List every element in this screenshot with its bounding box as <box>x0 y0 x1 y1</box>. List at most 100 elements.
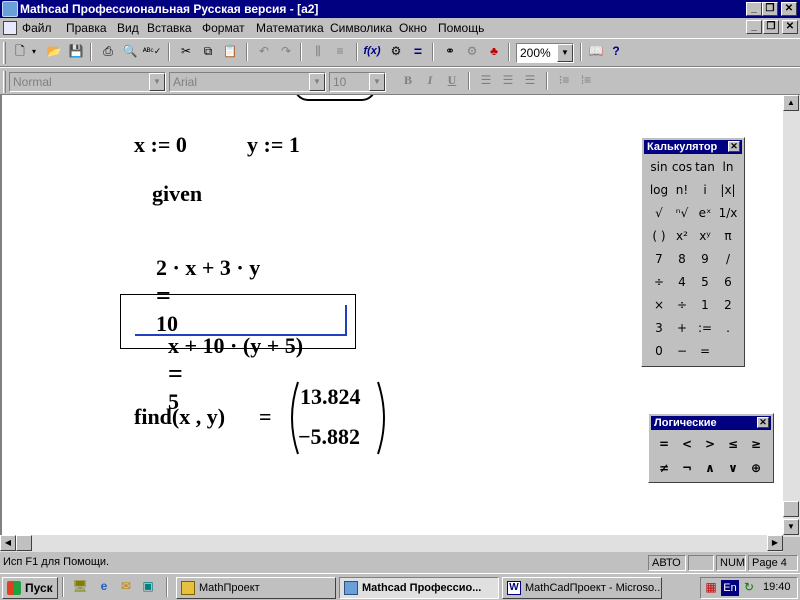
component-wizard-icon[interactable]: ♣ <box>484 43 504 61</box>
cut-icon[interactable]: ✂ <box>176 43 196 61</box>
menu-symbolics[interactable]: Символика <box>330 21 392 35</box>
scroll-thumb[interactable] <box>783 501 799 517</box>
logic-operator-button[interactable]: = <box>653 434 675 454</box>
calculator-button[interactable]: 3 <box>648 318 670 338</box>
insert-component-icon[interactable]: ⚭ <box>440 43 460 61</box>
restore-button[interactable]: ❐ <box>762 2 778 16</box>
zoom-select[interactable]: 200% ▼ <box>516 43 574 63</box>
print-preview-icon[interactable]: 🔍 <box>120 43 140 61</box>
logic-operator-button[interactable]: ≥ <box>745 434 767 454</box>
selected-region[interactable]: x + 10 · (y + 5) = 5 <box>120 294 356 414</box>
bold-button[interactable]: B <box>398 72 418 90</box>
calculator-button[interactable]: 6 <box>717 272 739 292</box>
calculator-button[interactable]: 1/x <box>717 203 739 223</box>
calculator-button[interactable]: 8 <box>671 249 693 269</box>
new-dropdown-icon[interactable]: ▾ <box>28 43 40 61</box>
align-right-icon[interactable]: ☰ <box>520 72 540 90</box>
style-dropdown-icon[interactable]: ▼ <box>149 73 165 91</box>
bullets-icon[interactable]: ⁝≡ <box>554 72 574 90</box>
size-select[interactable]: 10 ▼ <box>329 72 386 92</box>
task-mathproject[interactable]: MathПроект <box>176 577 336 599</box>
font-select[interactable]: Arial ▼ <box>169 72 326 92</box>
calculator-button[interactable]: 9 <box>694 249 716 269</box>
calculator-button[interactable]: 4 <box>671 272 693 292</box>
calculator-button[interactable]: / <box>717 249 739 269</box>
align-across-icon[interactable]: ⫼ <box>308 43 328 61</box>
menu-format[interactable]: Формат <box>202 21 245 35</box>
menu-insert[interactable]: Вставка <box>147 21 192 35</box>
paste-icon[interactable]: 📋 <box>220 43 240 61</box>
logic-operator-button[interactable]: ¬ <box>676 458 698 478</box>
menu-help[interactable]: Помощь <box>438 21 484 35</box>
logic-operator-button[interactable]: ⊕ <box>745 458 767 478</box>
calculator-button[interactable]: sin <box>648 157 670 177</box>
close-button[interactable]: ✕ <box>781 2 797 16</box>
x-definition[interactable]: x := 0 <box>134 132 187 158</box>
calculator-button[interactable]: + <box>671 318 693 338</box>
logic-title-bar[interactable]: Логические ✕ <box>651 416 771 430</box>
worksheet[interactable]: x := 0 y := 1 given 2 · x + 3 · y = 1 0 x… <box>0 95 783 535</box>
calculator-button[interactable]: log <box>648 180 670 200</box>
logic-operator-button[interactable]: < <box>676 434 698 454</box>
align-center-icon[interactable]: ☰ <box>498 72 518 90</box>
scroll-thumb-horizontal[interactable] <box>16 535 32 551</box>
menu-window[interactable]: Окно <box>399 21 427 35</box>
font-dropdown-icon[interactable]: ▼ <box>309 73 325 91</box>
scroll-right-icon[interactable]: ▶ <box>767 535 783 551</box>
tray-app-icon[interactable]: ▦ <box>703 579 719 597</box>
italic-button[interactable]: I <box>420 72 440 90</box>
menu-file[interactable]: Файл <box>22 21 52 35</box>
calculator-button[interactable]: 1 <box>694 295 716 315</box>
scroll-left-icon[interactable]: ◀ <box>0 535 16 551</box>
spell-check-icon[interactable]: ᴬᴮᶜ✓ <box>142 43 162 61</box>
vertical-scrollbar[interactable]: ▲ ▼ <box>783 95 800 537</box>
undo-icon[interactable]: ↶ <box>254 43 274 61</box>
scroll-down-icon[interactable]: ▼ <box>783 519 799 535</box>
calculator-button[interactable]: eˣ <box>694 203 716 223</box>
calculator-button[interactable]: π <box>717 226 739 246</box>
calculator-button[interactable]: ⁿ√ <box>671 203 693 223</box>
calculator-button[interactable]: tan <box>694 157 716 177</box>
calculator-button[interactable]: − <box>671 341 693 361</box>
calculator-button[interactable]: 7 <box>648 249 670 269</box>
menu-edit[interactable]: Правка <box>66 21 107 35</box>
calculator-button[interactable]: ÷ <box>648 272 670 292</box>
new-icon[interactable]: 🗋 <box>10 43 30 61</box>
horizontal-scrollbar[interactable]: ◀ ▶ <box>0 535 783 552</box>
copy-icon[interactable]: ⧉ <box>198 43 218 61</box>
calculator-button[interactable]: 0 <box>648 341 670 361</box>
calculator-button[interactable]: √ <box>648 203 670 223</box>
insert-function-icon[interactable]: f(x) <box>362 43 382 61</box>
calculator-button[interactable]: ( ) <box>648 226 670 246</box>
logic-operator-button[interactable]: ∧ <box>699 458 721 478</box>
print-icon[interactable]: ⎙ <box>98 43 118 61</box>
insert-unit-icon[interactable]: ⚙ <box>386 43 406 61</box>
style-select[interactable]: Normal ▼ <box>9 72 166 92</box>
doc-close-button[interactable]: ✕ <box>782 20 798 34</box>
find-expression[interactable]: find(x , y) <box>134 404 225 430</box>
redo-icon[interactable]: ↷ <box>276 43 296 61</box>
doc-restore-button[interactable]: ❐ <box>763 20 779 34</box>
calculator-button[interactable]: n! <box>671 180 693 200</box>
calculator-button[interactable]: 2 <box>717 295 739 315</box>
resource-center-icon[interactable]: ⚙ <box>462 43 482 61</box>
menu-view[interactable]: Вид <box>117 21 139 35</box>
open-icon[interactable]: 📂 <box>44 43 64 61</box>
logic-palette[interactable]: Логические ✕ = < > ≤ ≥ ≠ ¬ ∧ ∨ ⊕ <box>648 413 774 483</box>
logic-operator-button[interactable]: > <box>699 434 721 454</box>
help-icon[interactable]: ? <box>606 43 626 61</box>
size-dropdown-icon[interactable]: ▼ <box>369 73 385 91</box>
start-button[interactable]: Пуск <box>2 577 58 599</box>
zoom-dropdown-icon[interactable]: ▼ <box>557 44 573 62</box>
menu-math[interactable]: Математика <box>256 21 324 35</box>
calculator-button[interactable]: |x| <box>717 180 739 200</box>
internet-explorer-icon[interactable]: e <box>94 578 114 596</box>
task-word[interactable]: W MathCadПроект - Microso... <box>502 577 662 599</box>
underline-button[interactable]: U <box>442 72 462 90</box>
y-definition[interactable]: y := 1 <box>247 132 300 158</box>
calculator-title-bar[interactable]: Калькулятор ✕ <box>644 140 742 154</box>
save-icon[interactable]: 💾 <box>66 43 86 61</box>
quicksheets-icon[interactable]: 📖 <box>586 43 606 61</box>
logic-operator-button[interactable]: ≤ <box>722 434 744 454</box>
calculator-palette[interactable]: Калькулятор ✕ sin cos tan ln log n! i |x| √ ⁿ√ eˣ 1… <box>641 137 745 367</box>
